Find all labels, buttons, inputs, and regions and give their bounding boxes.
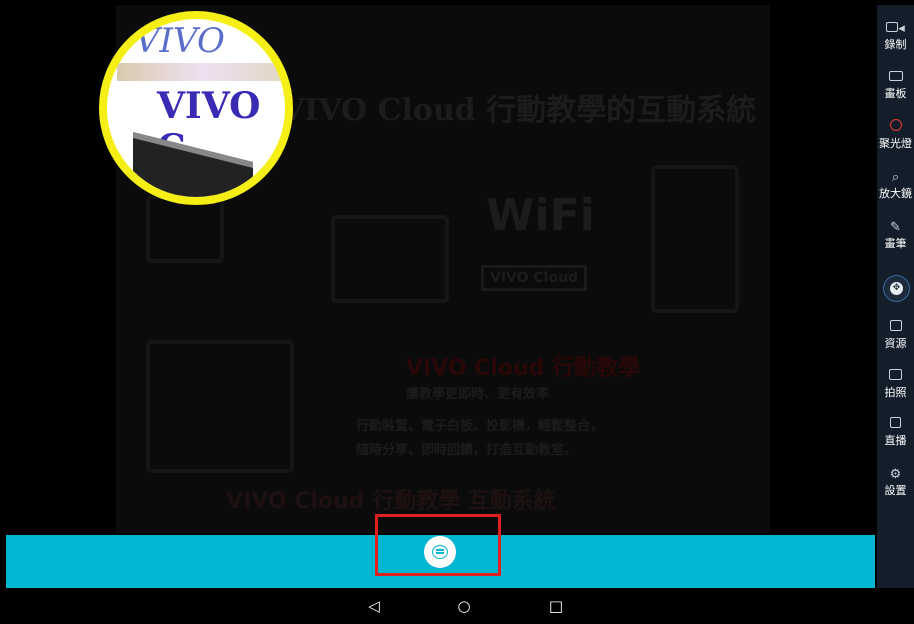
slide-wifi-text: WiFi xyxy=(486,190,595,241)
back-icon[interactable]: ◁ xyxy=(362,588,386,624)
toolbar-record-button[interactable]: ◂ 錄制 xyxy=(877,20,914,51)
video-camera-icon: ◂ xyxy=(877,20,914,38)
toolbar-resources-label: 資源 xyxy=(884,337,907,350)
toolbar-spotlight-button[interactable]: 聚光燈 xyxy=(877,119,914,150)
magnifier-icon: ⌕ xyxy=(891,170,900,185)
slide-monitor-image xyxy=(331,215,449,303)
toolbar-photo-button[interactable]: 拍照 xyxy=(877,368,914,399)
live-tv-icon xyxy=(877,416,914,434)
toolbar-spotlight-label: 聚光燈 xyxy=(879,137,912,150)
slide-tablet-image xyxy=(651,165,739,313)
directional-pad-icon: ✥ xyxy=(890,282,903,295)
highlight-box xyxy=(375,514,501,576)
recents-icon[interactable]: □ xyxy=(544,588,568,624)
right-toolbar: ◂ 錄制 畫板 聚光燈 ⌕ 放大鏡 ✎ 畫筆 ✥ 資源 拍照 直播 ⚙ 設置 xyxy=(877,5,914,588)
slide-tv-image xyxy=(146,340,294,473)
toolbar-whiteboard-label: 畫板 xyxy=(884,87,907,100)
toolbar-whiteboard-button[interactable]: 畫板 xyxy=(877,69,914,100)
spotlight-icon xyxy=(877,119,914,137)
whiteboard-icon xyxy=(877,69,914,87)
toolbar-settings-button[interactable]: ⚙ 設置 xyxy=(877,466,914,497)
slide-center-line-1: 讓教學更即時、更有效率 xyxy=(406,387,550,402)
toolbar-live-label: 直播 xyxy=(884,434,907,447)
toolbar-live-button[interactable]: 直播 xyxy=(877,416,914,447)
toolbar-pen-button[interactable]: ✎ 畫筆 xyxy=(877,219,914,250)
toolbar-settings-label: 設置 xyxy=(884,484,907,497)
folder-icon xyxy=(877,319,914,337)
slide-device-image xyxy=(146,195,224,263)
toolbar-photo-label: 拍照 xyxy=(884,386,907,399)
slide-wifi-subtitle: VIVO Cloud xyxy=(481,265,588,291)
toolbar-magnifier-label: 放大鏡 xyxy=(879,187,912,200)
home-icon[interactable]: ○ xyxy=(452,588,476,624)
magnified-decoration xyxy=(117,63,285,81)
toolbar-pen-label: 畫筆 xyxy=(884,237,907,250)
gear-icon: ⚙ xyxy=(889,467,902,482)
slide-center-line-3: 隨時分享、即時回饋，打造互動教室。 xyxy=(356,443,578,458)
directional-pad-button[interactable]: ✥ xyxy=(883,275,910,302)
camera-icon xyxy=(877,368,914,386)
main-display-area: VIVO Cloud 行動教學的互動系統 WiFi VIVO Cloud VIV… xyxy=(6,5,875,535)
pen-icon: ✎ xyxy=(890,220,901,235)
magnified-brand-text: VIVO xyxy=(135,21,225,61)
slide-center-line-2: 行動裝置、電子白板、投影機，輕鬆整合， xyxy=(356,419,604,434)
toolbar-magnifier-button[interactable]: ⌕ 放大鏡 xyxy=(877,169,914,200)
magnifier-lens[interactable]: VIVO VIVO C xyxy=(99,11,293,205)
slide-title: VIVO Cloud 行動教學的互動系統 xyxy=(281,93,757,128)
slide-footer-text: VIVO Cloud 行動教學 互動系統 xyxy=(226,489,556,514)
slide-center-heading: VIVO Cloud 行動教學 xyxy=(406,356,641,381)
android-navigation-bar: ◁ ○ □ xyxy=(6,588,875,624)
toolbar-resources-button[interactable]: 資源 xyxy=(877,319,914,350)
toolbar-record-label: 錄制 xyxy=(884,38,907,51)
